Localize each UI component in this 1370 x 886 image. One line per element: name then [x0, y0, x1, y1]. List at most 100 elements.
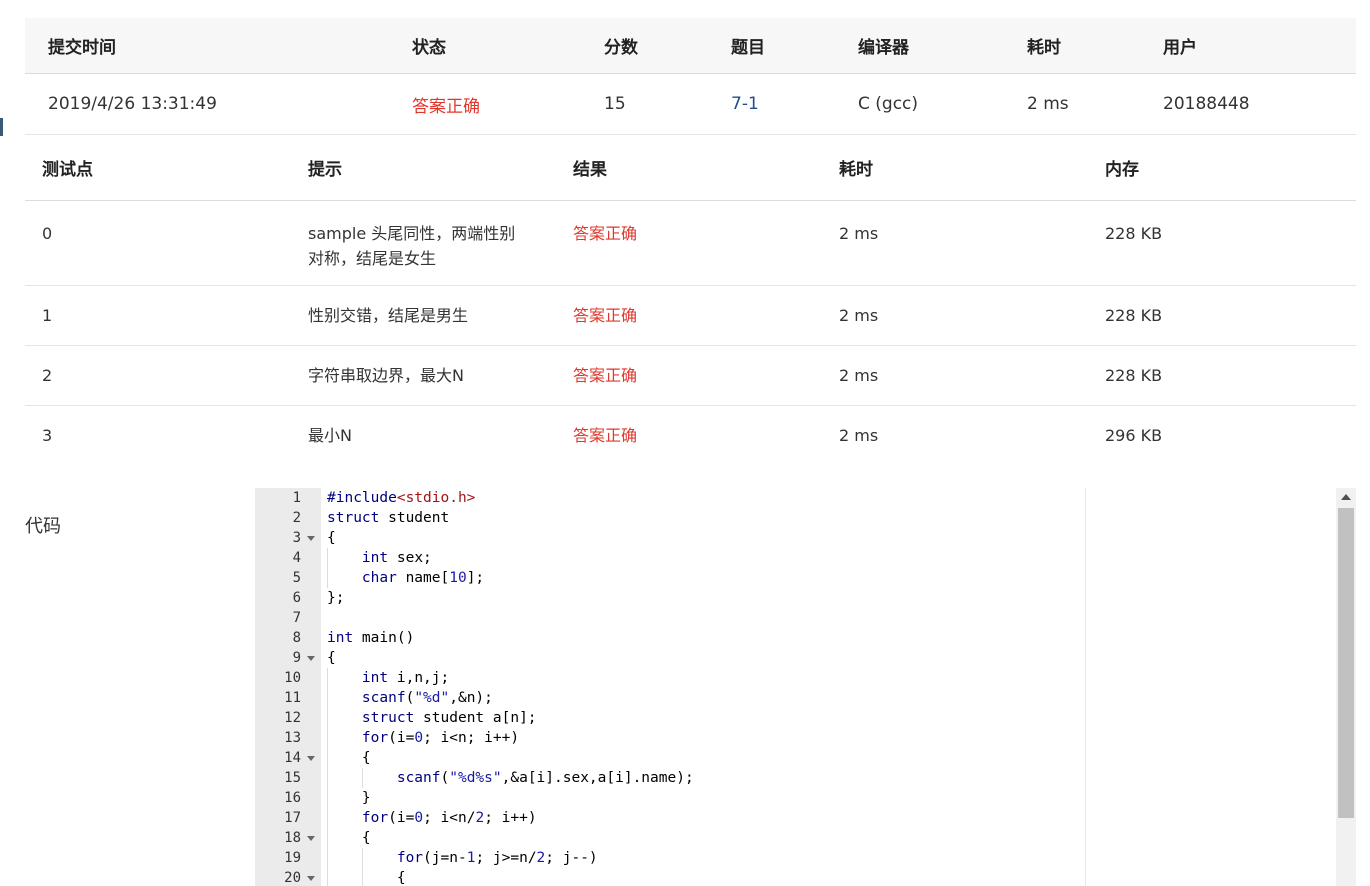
code-line: { — [327, 650, 336, 666]
code-line: { — [327, 830, 371, 846]
code-line: for(i=0; i<n; i++) — [361, 730, 520, 746]
code-line: struct student — [327, 510, 450, 526]
code-line: } — [327, 790, 371, 806]
line-number: 17 — [284, 810, 301, 826]
header-status: 状态 — [412, 38, 446, 58]
test-result: 答案正确 — [573, 426, 638, 445]
indent-guide — [327, 848, 328, 868]
code-line: int sex; — [361, 550, 432, 566]
test-time: 2 ms — [839, 426, 879, 445]
test-time: 2 ms — [839, 306, 879, 325]
indent-guide — [362, 768, 363, 788]
status-badge: 答案正确 — [412, 96, 480, 117]
indent-guide — [327, 688, 328, 708]
line-number: 3 — [292, 530, 301, 546]
test-id: 1 — [42, 306, 53, 325]
submission-table: 提交时间 状态 分数 题目 编译器 耗时 用户 2019/4/26 13:31:… — [25, 18, 1356, 135]
problem-link[interactable]: 7-1 — [731, 74, 759, 134]
line-number: 12 — [284, 710, 301, 726]
line-number: 8 — [292, 630, 301, 646]
line-number: 1 — [292, 490, 301, 506]
line-number: 20 — [284, 870, 301, 886]
code-line: scanf("%d",&n); — [361, 690, 493, 706]
header-test-point: 测试点 — [42, 160, 93, 180]
indent-guide — [327, 668, 328, 688]
test-result: 答案正确 — [573, 306, 638, 325]
fold-toggle-icon[interactable] — [307, 656, 315, 661]
editor-scrollbar[interactable] — [1336, 488, 1356, 886]
test-memory: 228 KB — [1105, 366, 1163, 385]
fold-toggle-icon[interactable] — [307, 876, 315, 881]
test-result: 答案正确 — [573, 224, 638, 243]
test-table-header: 测试点 提示 结果 耗时 内存 — [25, 135, 1356, 201]
line-number: 7 — [292, 610, 301, 626]
indent-guide — [327, 788, 328, 808]
header-memory: 内存 — [1105, 160, 1139, 180]
test-id: 0 — [42, 224, 53, 243]
test-time: 2 ms — [839, 224, 879, 243]
elapsed-value: 2 ms — [1027, 94, 1069, 114]
fold-toggle-icon[interactable] — [307, 756, 315, 761]
indent-guide — [327, 808, 328, 828]
code-line: for(j=n-1; j>=n/2; j--) — [396, 850, 598, 866]
test-memory: 296 KB — [1105, 426, 1163, 445]
test-points-table: 测试点 提示 结果 耗时 内存 0 sample 头尾同性，两端性别 对称，结尾… — [25, 135, 1356, 465]
test-id: 3 — [42, 426, 53, 445]
fold-toggle-icon[interactable] — [307, 836, 315, 841]
scrollbar-thumb[interactable] — [1338, 508, 1354, 818]
code-line: #include<stdio.h> — [327, 490, 476, 506]
line-number-gutter: 1 2 3 4 5 6 7 8 9 10 11 12 13 14 15 16 17 18 19 20 — [255, 488, 321, 886]
scroll-up-arrow-icon[interactable] — [1341, 494, 1351, 500]
indent-guide — [327, 868, 328, 886]
test-hint: sample 头尾同性，两端性别 对称，结尾是女生 — [308, 221, 515, 271]
code-line: int i,n,j; — [361, 670, 450, 686]
code-line: }; — [327, 590, 345, 606]
test-memory: 228 KB — [1105, 224, 1163, 243]
line-number: 10 — [284, 670, 301, 686]
line-number: 13 — [284, 730, 301, 746]
header-score: 分数 — [604, 38, 638, 58]
indent-guide — [327, 768, 328, 788]
submission-row: 2019/4/26 13:31:49 答案正确 15 7-1 C (gcc) 2… — [25, 74, 1356, 135]
header-problem: 题目 — [731, 38, 765, 58]
line-number: 6 — [292, 590, 301, 606]
code-line: int main() — [327, 630, 415, 646]
indent-guide — [327, 828, 328, 848]
test-result: 答案正确 — [573, 366, 638, 385]
code-editor[interactable]: 1 2 3 4 5 6 7 8 9 10 11 12 13 14 15 16 17 18 19 20 #include… — [255, 488, 1356, 886]
line-number: 19 — [284, 850, 301, 866]
line-number: 15 — [284, 770, 301, 786]
test-row: 2 字符串取边界，最大N 答案正确 2 ms 228 KB — [25, 346, 1356, 406]
line-number: 5 — [292, 570, 301, 586]
test-hint-line: sample 头尾同性，两端性别 — [308, 224, 516, 243]
header-compiler: 编译器 — [858, 38, 909, 58]
test-memory: 228 KB — [1105, 306, 1163, 325]
fold-toggle-icon[interactable] — [307, 536, 315, 541]
score-value: 15 — [604, 94, 626, 114]
code-line: struct student a[n]; — [361, 710, 537, 726]
header-test-time: 耗时 — [839, 160, 873, 180]
test-row: 1 性别交错，结尾是男生 答案正确 2 ms 228 KB — [25, 286, 1356, 346]
indent-guide — [327, 748, 328, 768]
code-line: { — [327, 750, 371, 766]
test-row: 0 sample 头尾同性，两端性别 对称，结尾是女生 答案正确 2 ms 22… — [25, 201, 1356, 286]
code-line: for(i=0; i<n/2; i++) — [361, 810, 537, 826]
line-number: 2 — [292, 510, 301, 526]
test-time: 2 ms — [839, 366, 879, 385]
submission-table-header: 提交时间 状态 分数 题目 编译器 耗时 用户 — [25, 18, 1356, 74]
test-row: 3 最小N 答案正确 2 ms 296 KB — [25, 406, 1356, 465]
indent-guide — [327, 728, 328, 748]
header-submit-time: 提交时间 — [48, 38, 116, 58]
code-label: 代码 — [25, 516, 61, 537]
submit-time: 2019/4/26 13:31:49 — [48, 94, 217, 114]
test-hint-line: 对称，结尾是女生 — [308, 249, 437, 268]
line-number: 9 — [292, 650, 301, 666]
code-line: char name[10]; — [361, 570, 485, 586]
indent-guide — [327, 568, 328, 588]
test-hint: 字符串取边界，最大N — [308, 366, 464, 385]
compiler-value: C (gcc) — [858, 94, 919, 114]
print-margin — [1085, 488, 1086, 886]
test-id: 2 — [42, 366, 53, 385]
header-elapsed: 耗时 — [1027, 38, 1061, 58]
line-number: 18 — [284, 830, 301, 846]
